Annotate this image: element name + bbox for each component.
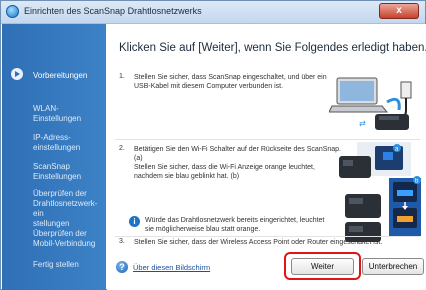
about-screen-link[interactable]: Über diesen Bildschirm [133, 263, 210, 272]
cancel-button[interactable]: Unterbrechen [362, 258, 424, 275]
computer-usb-illustration: ⇄ [329, 77, 412, 130]
svg-text:⇄: ⇄ [359, 119, 366, 128]
step-1-text: Stellen Sie sicher, dass ScanSnap einges… [134, 74, 327, 90]
close-button[interactable]: x [379, 3, 419, 19]
info-icon: i [129, 216, 140, 227]
sidebar-item-check-mobile: Überprüfen der Mobil-Verbindung [33, 229, 96, 248]
sidebar-item-ip: IP-Adress- einstellungen [33, 133, 81, 152]
sidebar-item-scansnap: ScanSnap Einstellungen [33, 162, 82, 181]
wifi-note-text: Würde das Drahtlosnetzwerk bereits einge… [145, 217, 325, 233]
step-1-number: 1. [119, 73, 125, 80]
step-sidebar: Vorbereitungen WLAN- Einstellungen IP-Ad… [2, 24, 106, 290]
step-2-text: Betätigen Sie den Wi-Fi Schalter auf der… [134, 146, 341, 180]
step-3-text: Stellen Sie sicher, dass der Wireless Ac… [134, 239, 383, 246]
sidebar-item-finish: Fertig stellen [33, 260, 79, 269]
step-divider-2 [115, 236, 420, 237]
current-step-arrow-icon [11, 68, 23, 80]
setup-window: Einrichten des ScanSnap Drahtlosnetzwerk… [0, 0, 426, 290]
help-icon[interactable]: ? [116, 261, 128, 273]
next-button[interactable]: Weiter [291, 258, 354, 275]
sidebar-item-check-wireless: Überprüfen der Drahtlosnetzwerk-ein stel… [33, 189, 98, 228]
scanner-wifi-illustration: a b [339, 142, 421, 242]
step-2-number: 2. [119, 145, 125, 152]
sidebar-item-wlan: WLAN- Einstellungen [33, 104, 82, 123]
step-3-number: 3. [119, 238, 125, 245]
scansnap-app-icon [6, 5, 19, 18]
window-title: Einrichten des ScanSnap Drahtlosnetzwerk… [24, 6, 202, 16]
main-content: Klicken Sie auf [Weiter], wenn Sie Folge… [107, 24, 426, 290]
sidebar-item-vorbereitungen: Vorbereitungen [33, 71, 88, 80]
title-bar: Einrichten des ScanSnap Drahtlosnetzwerk… [1, 1, 425, 24]
page-heading: Klicken Sie auf [Weiter], wenn Sie Folge… [119, 42, 426, 54]
